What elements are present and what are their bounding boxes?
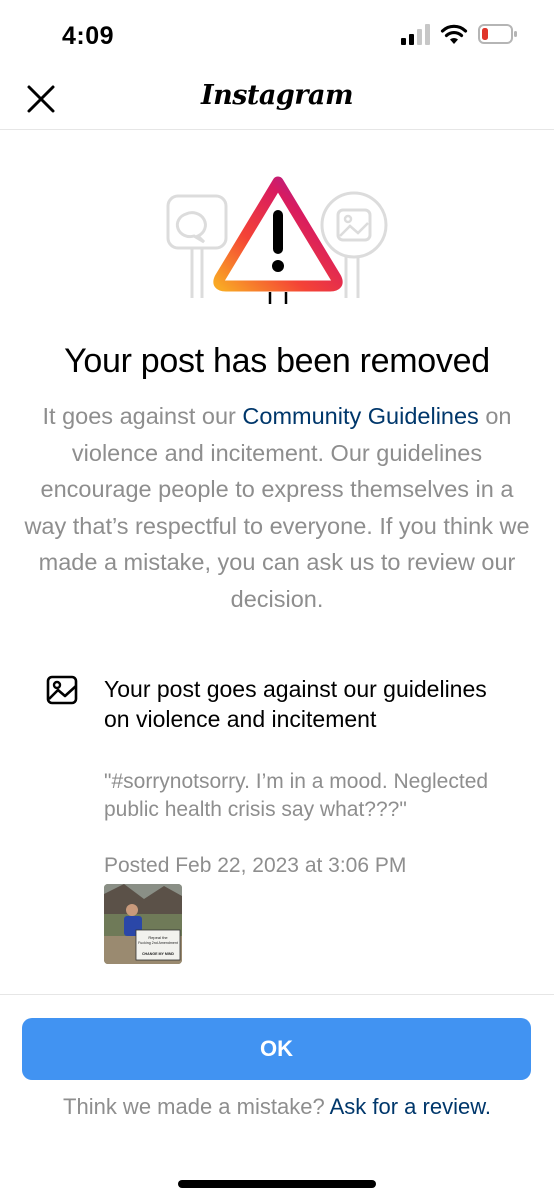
post-caption: "#sorrynotsorry. I’m in a mood. Neglecte… <box>104 770 489 821</box>
home-indicator[interactable] <box>178 1180 376 1188</box>
header: Instagram <box>0 72 554 130</box>
status-icons <box>400 22 518 46</box>
review-prompt: Think we made a mistake? Ask for a revie… <box>0 1094 554 1120</box>
removal-headline: Your post has been removed <box>64 342 490 380</box>
status-time: 4:09 <box>62 22 115 50</box>
post-thumbnail[interactable]: Repeal the Fucking 2nd Amendment CHANGE … <box>104 884 182 964</box>
post-date: Posted Feb 22, 2023 at 3:06 PM <box>104 854 407 877</box>
removed-post-screen: 4:09 Instagram Your post has been remove… <box>0 0 554 1200</box>
community-guidelines-link[interactable]: Community Guidelines <box>242 403 478 429</box>
thumbnail-sign-line-2: Fucking 2nd Amendment <box>138 941 178 945</box>
image-icon <box>46 675 78 705</box>
battery-icon <box>478 24 517 44</box>
app-title: Instagram <box>200 80 354 111</box>
description-text-after: on violence and incitement. Our guidelin… <box>24 403 530 612</box>
wifi-icon <box>440 24 468 44</box>
ask-for-review-link[interactable]: Ask for a review. <box>330 1094 491 1119</box>
footer-divider <box>0 994 554 995</box>
ok-button[interactable]: OK <box>22 1018 531 1080</box>
post-violation-title: Your post goes against our guidelines on… <box>104 676 487 732</box>
description-text-before: It goes against our <box>42 403 243 429</box>
status-bar: 4:09 <box>0 0 554 72</box>
signal-icon <box>401 24 430 45</box>
removal-description: It goes against our Community Guidelines… <box>20 398 534 617</box>
review-prompt-text: Think we made a mistake? <box>63 1094 330 1119</box>
thumbnail-sign-line-1: Repeal the <box>148 935 168 940</box>
warning-triangle-icon <box>166 176 388 304</box>
thumbnail-sign-line-3: CHANGE MY MIND <box>142 952 174 956</box>
